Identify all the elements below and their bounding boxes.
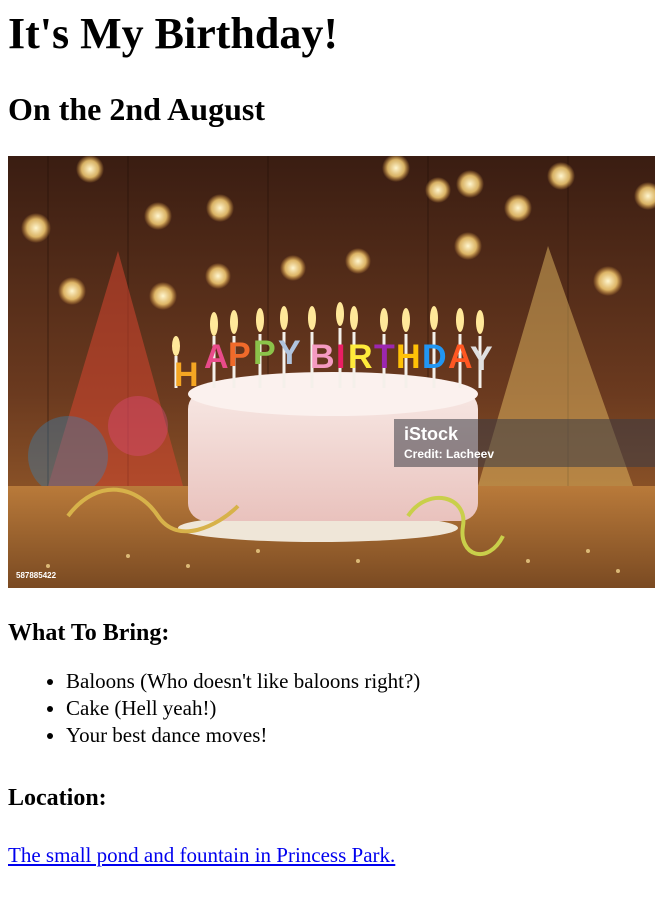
svg-text:R: R — [348, 338, 373, 376]
page-title: It's My Birthday! — [8, 9, 338, 58]
svg-text:Y: Y — [470, 340, 493, 378]
stock-image-id: 587885422 — [16, 571, 57, 580]
svg-text:A: A — [448, 338, 473, 376]
date-heading: On the 2nd August — [8, 91, 265, 127]
birthday-cake-image: H A P P Y B I R T H D A Y iStock Credit:… — [8, 156, 655, 588]
list-item: Cake (Hell yeah!) — [66, 695, 658, 722]
svg-text:P: P — [253, 334, 276, 372]
list-item: Baloons (Who doesn't like baloons right?… — [66, 668, 658, 695]
list-item: Your best dance moves! — [66, 722, 658, 749]
svg-text:A: A — [204, 338, 229, 376]
location-link[interactable]: The small pond and fountain in Princess … — [8, 843, 395, 867]
location-heading: Location: — [8, 785, 107, 811]
svg-text:I: I — [336, 338, 345, 376]
svg-text:Y: Y — [278, 334, 301, 372]
svg-text:T: T — [374, 338, 395, 376]
watermark-brand: iStock — [404, 424, 459, 444]
istock-watermark: iStock Credit: Lacheev — [394, 419, 655, 467]
page-content: It's My Birthday! On the 2nd August H A … — [0, 0, 666, 869]
svg-text:B: B — [310, 338, 335, 376]
watermark-credit: Credit: Lacheev — [404, 447, 495, 461]
svg-text:H: H — [396, 338, 421, 376]
svg-text:P: P — [228, 336, 251, 374]
what-to-bring-heading: What To Bring: — [8, 620, 170, 646]
svg-text:H: H — [174, 356, 199, 394]
svg-text:D: D — [422, 338, 447, 376]
location-paragraph: The small pond and fountain in Princess … — [8, 841, 658, 869]
cake-photo-illustration: H A P P Y B I R T H D A Y — [8, 156, 655, 588]
bring-list: Baloons (Who doesn't like baloons right?… — [8, 668, 658, 749]
